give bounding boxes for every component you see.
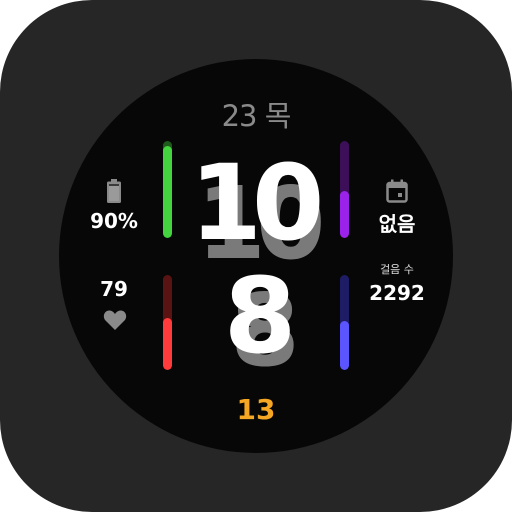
calendar-gauge-fill [340, 191, 349, 238]
battery-gauge-bar [163, 141, 172, 238]
battery-value[interactable]: 90% [79, 209, 149, 233]
steps-label: 걸음 수 [380, 263, 414, 276]
battery-gauge-fill [163, 145, 172, 238]
date-label: 23 목 [221, 99, 292, 133]
calendar-event-value[interactable]: 없음 [362, 208, 432, 237]
calendar-icon [386, 179, 408, 203]
steps-value[interactable]: 2292 [355, 281, 439, 305]
watch-face: 23 목 10 10 8 8 13 90% 79 없음 걸음 수 2292 [59, 59, 453, 453]
steps-gauge-bar [340, 275, 349, 370]
heart-gauge-fill [163, 317, 172, 370]
steps-gauge-fill [340, 320, 349, 370]
seconds-label: 13 [236, 393, 276, 426]
heart-gauge-bar [163, 275, 172, 370]
hour-digits: 10 [189, 142, 325, 264]
heart-rate-value[interactable]: 79 [84, 277, 144, 301]
watch-frame: 23 목 10 10 8 8 13 90% 79 없음 걸음 수 2292 [0, 0, 512, 512]
calendar-gauge-bar [340, 141, 349, 238]
heart-icon [103, 310, 127, 330]
battery-icon [107, 179, 121, 203]
minute-digits: 8 [223, 255, 296, 377]
